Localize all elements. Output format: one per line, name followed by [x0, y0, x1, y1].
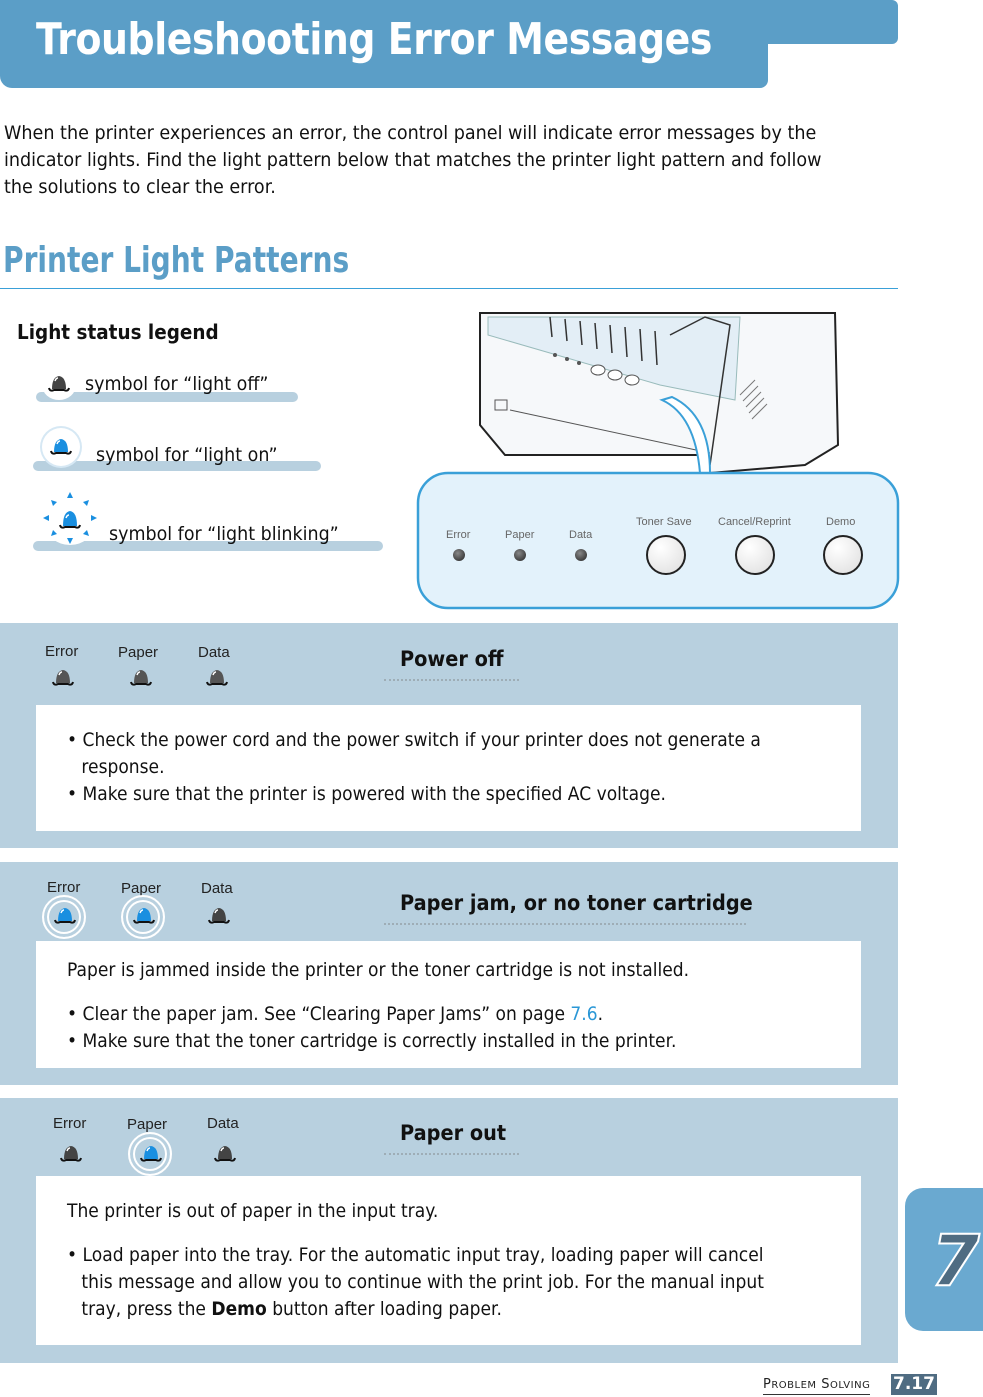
solution-bullet: • Clear the paper jam. See “Clearing Pap… [67, 1001, 676, 1028]
solution-bullet: • Make sure that the printer is powered … [67, 783, 666, 805]
light-off-icon [130, 667, 152, 687]
chapter-number: 7 [930, 1220, 981, 1302]
panel-label-data: Data [569, 529, 593, 541]
led-label-paper: Paper [127, 1116, 168, 1133]
pattern-card: Paper is jammed inside the printer or th… [36, 941, 861, 1068]
led-label-data: Data [207, 1115, 239, 1132]
pattern-power-off: Error Paper Data Power off • Check the p… [0, 623, 898, 848]
section-divider [0, 288, 898, 289]
led-label-data: Data [201, 880, 233, 897]
footer-initial: S [821, 1377, 830, 1392]
dotted-underline [384, 679, 519, 681]
pattern-card: The printer is out of paper in the input… [36, 1176, 861, 1345]
light-blinking-icon [40, 490, 100, 546]
panel-led-paper [514, 549, 526, 561]
solution-bullet-continued: tray, press the Demo button after loadin… [67, 1296, 764, 1323]
panel-label-toner-save: Toner Save [636, 516, 692, 528]
light-on-icon [133, 905, 155, 925]
legend-label-on: symbol for “light on” [96, 444, 278, 466]
solution-text: tray, press the [81, 1298, 212, 1320]
solution-list: • Load paper into the tray. For the auto… [67, 1242, 764, 1323]
legend-label-off: symbol for “light off” [85, 373, 269, 395]
solution-text: • Clear the paper jam. See “Clearing Pap… [67, 1003, 571, 1025]
led-label-error: Error [47, 879, 81, 896]
demo-button-reference: Demo [211, 1298, 267, 1320]
led-label-data: Data [198, 644, 230, 661]
solution-text: . [597, 1003, 604, 1025]
light-off-icon [214, 1143, 236, 1163]
pattern-description: Paper is jammed inside the printer or th… [67, 959, 690, 981]
light-off-icon [206, 667, 228, 687]
pattern-paper-jam: Error Paper Data Paper jam, or no toner … [0, 862, 898, 1085]
intro-paragraph: When the printer experiences an error, t… [4, 122, 822, 198]
solution-bullet: • Load paper into the tray. For the auto… [67, 1244, 764, 1266]
toner-save-button [646, 535, 686, 575]
pattern-title: Power off [400, 647, 504, 671]
led-label-paper: Paper [118, 644, 159, 661]
panel-label-error: Error [446, 529, 471, 541]
light-on-icon [50, 436, 72, 456]
pattern-paper-out: Error Paper Data Paper out The printer i… [0, 1098, 898, 1363]
dotted-underline [384, 923, 746, 925]
panel-label-demo: Demo [826, 516, 856, 528]
solution-bullet: • Make sure that the toner cartridge is … [67, 1030, 677, 1052]
solution-bullet-continued: response. [81, 756, 165, 778]
light-off-icon [48, 373, 70, 393]
footer-word-rest: ROBLEM [771, 1380, 817, 1391]
panel-label-cancel-reprint: Cancel/Reprint [718, 516, 791, 528]
legend-title: Light status legend [17, 320, 219, 344]
light-off-icon [60, 1143, 82, 1163]
solution-bullet-continued: this message and allow you to continue w… [81, 1271, 764, 1293]
solution-bullet: • Check the power cord and the power swi… [67, 729, 761, 751]
legend-label-blinking: symbol for “light blinking” [109, 523, 339, 545]
footer-section-label: PROBLEM SOLVING [763, 1377, 871, 1395]
pattern-description: The printer is out of paper in the input… [67, 1200, 439, 1222]
solution-text: button after loading paper. [266, 1298, 502, 1320]
section-heading: Printer Light Patterns [3, 240, 350, 281]
demo-button [823, 535, 863, 575]
panel-label-paper: Paper [505, 529, 535, 541]
dotted-underline [384, 1153, 519, 1155]
cancel-reprint-button [735, 535, 775, 575]
led-label-error: Error [53, 1115, 87, 1132]
pattern-title: Paper jam, or no toner cartridge [400, 891, 753, 915]
panel-led-data [575, 549, 587, 561]
light-off-icon [52, 667, 74, 687]
light-off-icon [208, 905, 230, 925]
light-on-icon [140, 1143, 162, 1163]
solution-list: • Clear the paper jam. See “Clearing Pap… [67, 1001, 676, 1055]
page-link[interactable]: 7.6 [570, 1003, 597, 1025]
light-on-icon [54, 905, 76, 925]
footer-word-rest: OLVING [829, 1380, 871, 1391]
panel-led-error [453, 549, 465, 561]
solution-list: • Check the power cord and the power swi… [67, 727, 761, 808]
pattern-card: • Check the power cord and the power swi… [36, 705, 861, 831]
page-number: 7.17 [891, 1374, 937, 1395]
led-label-error: Error [45, 643, 79, 660]
page-title: Troubleshooting Error Messages [36, 14, 712, 65]
pattern-title: Paper out [400, 1121, 507, 1145]
